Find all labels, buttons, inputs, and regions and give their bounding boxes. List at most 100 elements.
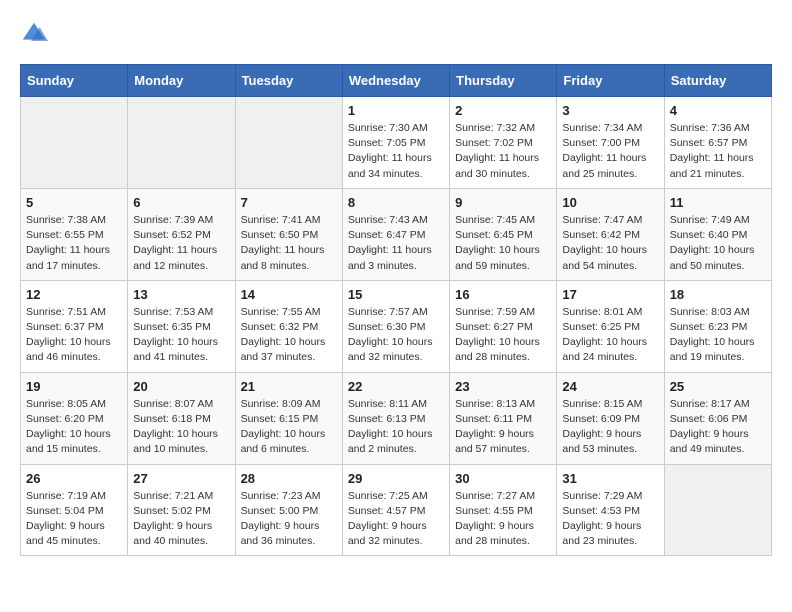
calendar-table: SundayMondayTuesdayWednesdayThursdayFrid… <box>20 64 772 556</box>
calendar-cell: 28 Sunrise: 7:23 AM Sunset: 5:00 PM Dayli… <box>235 464 342 556</box>
calendar-cell: 24 Sunrise: 8:15 AM Sunset: 6:09 PM Dayli… <box>557 372 664 464</box>
calendar-cell: 30 Sunrise: 7:27 AM Sunset: 4:55 PM Dayli… <box>450 464 557 556</box>
calendar-cell: 22 Sunrise: 8:11 AM Sunset: 6:13 PM Dayli… <box>342 372 449 464</box>
calendar-cell <box>128 97 235 189</box>
calendar-cell: 12 Sunrise: 7:51 AM Sunset: 6:37 PM Dayli… <box>21 280 128 372</box>
day-number: 8 <box>348 195 444 210</box>
calendar-cell: 7Sunrise: 7:41 AM Sunset: 6:50 PM Daylig… <box>235 188 342 280</box>
day-number: 29 <box>348 471 444 486</box>
day-info: Sunrise: 7:23 AM Sunset: 5:00 PM Dayligh… <box>241 489 337 550</box>
calendar-cell: 9 Sunrise: 7:45 AM Sunset: 6:45 PM Daylig… <box>450 188 557 280</box>
week-row-2: 5 Sunrise: 7:38 AM Sunset: 6:55 PM Daylig… <box>21 188 772 280</box>
day-number: 20 <box>133 379 229 394</box>
weekday-header-monday: Monday <box>128 65 235 97</box>
calendar-cell: 31 Sunrise: 7:29 AM Sunset: 4:53 PM Dayli… <box>557 464 664 556</box>
day-info: Sunrise: 8:09 AM Sunset: 6:15 PM Dayligh… <box>241 397 337 458</box>
calendar-cell: 1 Sunrise: 7:30 AM Sunset: 7:05 PM Daylig… <box>342 97 449 189</box>
day-number: 9 <box>455 195 551 210</box>
weekday-header-sunday: Sunday <box>21 65 128 97</box>
calendar-cell: 27Sunrise: 7:21 AM Sunset: 5:02 PM Dayli… <box>128 464 235 556</box>
calendar-cell: 29 Sunrise: 7:25 AM Sunset: 4:57 PM Dayli… <box>342 464 449 556</box>
day-number: 6 <box>133 195 229 210</box>
day-number: 13 <box>133 287 229 302</box>
week-row-5: 26 Sunrise: 7:19 AM Sunset: 5:04 PM Dayli… <box>21 464 772 556</box>
weekday-header-row: SundayMondayTuesdayWednesdayThursdayFrid… <box>21 65 772 97</box>
day-info: Sunrise: 8:17 AM Sunset: 6:06 PM Dayligh… <box>670 397 766 458</box>
day-info: Sunrise: 7:19 AM Sunset: 5:04 PM Dayligh… <box>26 489 122 550</box>
calendar-cell: 10 Sunrise: 7:47 AM Sunset: 6:42 PM Dayli… <box>557 188 664 280</box>
day-info: Sunrise: 8:15 AM Sunset: 6:09 PM Dayligh… <box>562 397 658 458</box>
calendar-cell: 16 Sunrise: 7:59 AM Sunset: 6:27 PM Dayli… <box>450 280 557 372</box>
day-info: Sunrise: 7:32 AM Sunset: 7:02 PM Dayligh… <box>455 121 551 182</box>
day-number: 23 <box>455 379 551 394</box>
day-info: Sunrise: 7:47 AM Sunset: 6:42 PM Dayligh… <box>562 213 658 274</box>
calendar-cell: 14 Sunrise: 7:55 AM Sunset: 6:32 PM Dayli… <box>235 280 342 372</box>
day-info: Sunrise: 8:13 AM Sunset: 6:11 PM Dayligh… <box>455 397 551 458</box>
calendar-cell: 2 Sunrise: 7:32 AM Sunset: 7:02 PM Daylig… <box>450 97 557 189</box>
day-number: 5 <box>26 195 122 210</box>
day-info: Sunrise: 8:01 AM Sunset: 6:25 PM Dayligh… <box>562 305 658 366</box>
day-info: Sunrise: 7:45 AM Sunset: 6:45 PM Dayligh… <box>455 213 551 274</box>
day-number: 16 <box>455 287 551 302</box>
day-number: 15 <box>348 287 444 302</box>
day-number: 24 <box>562 379 658 394</box>
calendar-cell: 5 Sunrise: 7:38 AM Sunset: 6:55 PM Daylig… <box>21 188 128 280</box>
day-info: Sunrise: 7:27 AM Sunset: 4:55 PM Dayligh… <box>455 489 551 550</box>
week-row-4: 19 Sunrise: 8:05 AM Sunset: 6:20 PM Dayli… <box>21 372 772 464</box>
day-info: Sunrise: 7:51 AM Sunset: 6:37 PM Dayligh… <box>26 305 122 366</box>
day-number: 17 <box>562 287 658 302</box>
day-info: Sunrise: 8:11 AM Sunset: 6:13 PM Dayligh… <box>348 397 444 458</box>
weekday-header-tuesday: Tuesday <box>235 65 342 97</box>
calendar-cell: 19 Sunrise: 8:05 AM Sunset: 6:20 PM Dayli… <box>21 372 128 464</box>
calendar-cell: 23 Sunrise: 8:13 AM Sunset: 6:11 PM Dayli… <box>450 372 557 464</box>
day-info: Sunrise: 7:49 AM Sunset: 6:40 PM Dayligh… <box>670 213 766 274</box>
calendar-cell: 8 Sunrise: 7:43 AM Sunset: 6:47 PM Daylig… <box>342 188 449 280</box>
day-number: 12 <box>26 287 122 302</box>
day-info: Sunrise: 7:59 AM Sunset: 6:27 PM Dayligh… <box>455 305 551 366</box>
page-header <box>20 20 772 48</box>
calendar-cell: 13 Sunrise: 7:53 AM Sunset: 6:35 PM Dayli… <box>128 280 235 372</box>
day-info: Sunrise: 7:39 AM Sunset: 6:52 PM Dayligh… <box>133 213 229 274</box>
calendar-cell: 25Sunrise: 8:17 AM Sunset: 6:06 PM Dayli… <box>664 372 771 464</box>
day-number: 3 <box>562 103 658 118</box>
day-info: Sunrise: 7:55 AM Sunset: 6:32 PM Dayligh… <box>241 305 337 366</box>
day-number: 31 <box>562 471 658 486</box>
day-info: Sunrise: 7:53 AM Sunset: 6:35 PM Dayligh… <box>133 305 229 366</box>
day-number: 26 <box>26 471 122 486</box>
day-info: Sunrise: 7:38 AM Sunset: 6:55 PM Dayligh… <box>26 213 122 274</box>
calendar-cell <box>664 464 771 556</box>
calendar-cell <box>21 97 128 189</box>
calendar-cell: 3Sunrise: 7:34 AM Sunset: 7:00 PM Daylig… <box>557 97 664 189</box>
weekday-header-thursday: Thursday <box>450 65 557 97</box>
calendar-cell: 15 Sunrise: 7:57 AM Sunset: 6:30 PM Dayli… <box>342 280 449 372</box>
day-number: 2 <box>455 103 551 118</box>
week-row-3: 12 Sunrise: 7:51 AM Sunset: 6:37 PM Dayli… <box>21 280 772 372</box>
day-number: 1 <box>348 103 444 118</box>
day-info: Sunrise: 8:07 AM Sunset: 6:18 PM Dayligh… <box>133 397 229 458</box>
logo <box>20 20 52 48</box>
week-row-1: 1 Sunrise: 7:30 AM Sunset: 7:05 PM Daylig… <box>21 97 772 189</box>
weekday-header-friday: Friday <box>557 65 664 97</box>
day-number: 30 <box>455 471 551 486</box>
day-number: 22 <box>348 379 444 394</box>
day-number: 28 <box>241 471 337 486</box>
day-info: Sunrise: 7:57 AM Sunset: 6:30 PM Dayligh… <box>348 305 444 366</box>
calendar-cell: 17 Sunrise: 8:01 AM Sunset: 6:25 PM Dayli… <box>557 280 664 372</box>
day-number: 10 <box>562 195 658 210</box>
calendar-cell: 26 Sunrise: 7:19 AM Sunset: 5:04 PM Dayli… <box>21 464 128 556</box>
day-number: 14 <box>241 287 337 302</box>
calendar-cell: 6 Sunrise: 7:39 AM Sunset: 6:52 PM Daylig… <box>128 188 235 280</box>
day-info: Sunrise: 7:29 AM Sunset: 4:53 PM Dayligh… <box>562 489 658 550</box>
calendar-cell: 20 Sunrise: 8:07 AM Sunset: 6:18 PM Dayli… <box>128 372 235 464</box>
calendar-cell <box>235 97 342 189</box>
calendar-cell: 18Sunrise: 8:03 AM Sunset: 6:23 PM Dayli… <box>664 280 771 372</box>
day-number: 4 <box>670 103 766 118</box>
day-number: 19 <box>26 379 122 394</box>
day-number: 7 <box>241 195 337 210</box>
calendar-cell: 21Sunrise: 8:09 AM Sunset: 6:15 PM Dayli… <box>235 372 342 464</box>
day-info: Sunrise: 7:30 AM Sunset: 7:05 PM Dayligh… <box>348 121 444 182</box>
day-info: Sunrise: 7:25 AM Sunset: 4:57 PM Dayligh… <box>348 489 444 550</box>
day-info: Sunrise: 8:05 AM Sunset: 6:20 PM Dayligh… <box>26 397 122 458</box>
day-info: Sunrise: 7:43 AM Sunset: 6:47 PM Dayligh… <box>348 213 444 274</box>
day-info: Sunrise: 7:36 AM Sunset: 6:57 PM Dayligh… <box>670 121 766 182</box>
